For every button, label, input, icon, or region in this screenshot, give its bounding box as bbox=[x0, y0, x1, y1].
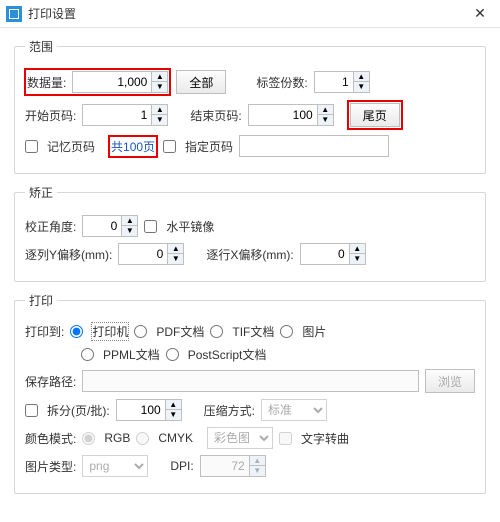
spin-down-icon[interactable]: ▼ bbox=[250, 466, 266, 477]
end-page-spinner[interactable]: ▲▼ bbox=[248, 104, 334, 126]
radio-rgb-label[interactable]: RGB bbox=[104, 431, 130, 445]
dpi-input[interactable] bbox=[200, 455, 250, 477]
radio-pdf-label[interactable]: PDF文档 bbox=[156, 323, 204, 340]
radio-ppml-label[interactable]: PPML文档 bbox=[103, 346, 160, 363]
print-group: 打印 打印到: 打印机 PDF文档 TIF文档 图片 PPML文档 PostSc… bbox=[14, 292, 486, 494]
spin-down-icon[interactable]: ▼ bbox=[354, 82, 370, 93]
print-legend: 打印 bbox=[25, 292, 57, 309]
specify-page-input[interactable] bbox=[239, 135, 389, 157]
dpi-spinner[interactable]: ▲▼ bbox=[200, 455, 266, 477]
radio-cmyk[interactable] bbox=[136, 432, 149, 445]
split-label[interactable]: 拆分(页/批): bbox=[47, 402, 110, 419]
radio-rgb[interactable] bbox=[82, 432, 95, 445]
end-page-label: 结束页码: bbox=[190, 107, 241, 124]
correct-legend: 矫正 bbox=[25, 184, 57, 201]
remember-page-checkbox[interactable] bbox=[25, 140, 38, 153]
spin-up-icon[interactable]: ▲ bbox=[152, 104, 168, 115]
window-title: 打印设置 bbox=[28, 5, 460, 22]
title-bar: 打印设置 ✕ bbox=[0, 0, 500, 28]
angle-label: 校正角度: bbox=[25, 218, 76, 235]
print-to-label: 打印到: bbox=[25, 323, 64, 340]
spin-up-icon[interactable]: ▲ bbox=[250, 455, 266, 466]
browse-button[interactable]: 浏览 bbox=[425, 369, 475, 393]
data-count-input[interactable] bbox=[72, 71, 152, 93]
radio-ppml[interactable] bbox=[81, 348, 94, 361]
text-curve-checkbox[interactable] bbox=[279, 432, 292, 445]
angle-input[interactable] bbox=[82, 215, 122, 237]
data-count-label: 数据量: bbox=[27, 74, 66, 91]
radio-tif-label[interactable]: TIF文档 bbox=[232, 323, 274, 340]
image-type-select[interactable]: png bbox=[82, 455, 148, 477]
coly-spinner[interactable]: ▲▼ bbox=[118, 243, 184, 265]
rowx-spinner[interactable]: ▲▼ bbox=[300, 243, 366, 265]
coly-input[interactable] bbox=[118, 243, 168, 265]
coly-label: 逐列Y偏移(mm): bbox=[25, 246, 112, 263]
close-icon[interactable]: ✕ bbox=[460, 5, 500, 22]
save-path-label: 保存路径: bbox=[25, 373, 76, 390]
compress-label: 压缩方式: bbox=[204, 402, 255, 419]
radio-tif[interactable] bbox=[210, 325, 223, 338]
copies-label: 标签份数: bbox=[256, 74, 307, 91]
spin-up-icon[interactable]: ▲ bbox=[152, 71, 168, 82]
radio-printer[interactable] bbox=[70, 325, 83, 338]
app-icon bbox=[6, 6, 22, 22]
spin-down-icon[interactable]: ▼ bbox=[122, 226, 138, 237]
start-page-label: 开始页码: bbox=[25, 107, 76, 124]
end-page-input[interactable] bbox=[248, 104, 318, 126]
image-type-label: 图片类型: bbox=[25, 458, 76, 475]
remember-page-label[interactable]: 记忆页码 bbox=[47, 138, 95, 155]
spin-up-icon[interactable]: ▲ bbox=[168, 243, 184, 254]
data-count-spinner[interactable]: ▲▼ bbox=[72, 71, 168, 93]
compress-select[interactable]: 标准 bbox=[261, 399, 327, 421]
spin-up-icon[interactable]: ▲ bbox=[122, 215, 138, 226]
copies-input[interactable] bbox=[314, 71, 354, 93]
correct-group: 矫正 校正角度: ▲▼ 水平镜像 逐列Y偏移(mm): ▲▼ 逐行X偏移(mm)… bbox=[14, 184, 486, 282]
radio-postscript-label[interactable]: PostScript文档 bbox=[188, 346, 267, 363]
copies-spinner[interactable]: ▲▼ bbox=[314, 71, 370, 93]
color-profile-select[interactable]: 彩色图 bbox=[207, 427, 273, 449]
specify-page-checkbox[interactable] bbox=[163, 140, 176, 153]
radio-cmyk-label[interactable]: CMYK bbox=[158, 431, 193, 445]
range-legend: 范围 bbox=[25, 38, 57, 55]
range-group: 范围 数据量: ▲▼ 全部 标签份数: ▲▼ 开始页码: ▲▼ 结束页码: ▲▼… bbox=[14, 38, 486, 174]
total-pages-highlight: 共100页 bbox=[109, 136, 157, 157]
specify-page-label[interactable]: 指定页码 bbox=[185, 138, 233, 155]
spin-up-icon[interactable]: ▲ bbox=[350, 243, 366, 254]
radio-image[interactable] bbox=[280, 325, 293, 338]
split-spinner[interactable]: ▲▼ bbox=[116, 399, 182, 421]
spin-down-icon[interactable]: ▼ bbox=[152, 115, 168, 126]
last-page-button[interactable]: 尾页 bbox=[350, 103, 400, 127]
spin-down-icon[interactable]: ▼ bbox=[318, 115, 334, 126]
spin-down-icon[interactable]: ▼ bbox=[350, 254, 366, 265]
color-mode-label: 颜色模式: bbox=[25, 430, 76, 447]
spin-down-icon[interactable]: ▼ bbox=[152, 82, 168, 93]
spin-down-icon[interactable]: ▼ bbox=[168, 254, 184, 265]
save-path-input[interactable] bbox=[82, 370, 419, 392]
radio-postscript[interactable] bbox=[166, 348, 179, 361]
spin-up-icon[interactable]: ▲ bbox=[354, 71, 370, 82]
start-page-spinner[interactable]: ▲▼ bbox=[82, 104, 168, 126]
radio-printer-label[interactable]: 打印机 bbox=[92, 323, 128, 340]
spin-up-icon[interactable]: ▲ bbox=[166, 399, 182, 410]
split-input[interactable] bbox=[116, 399, 166, 421]
radio-image-label[interactable]: 图片 bbox=[302, 323, 326, 340]
angle-spinner[interactable]: ▲▼ bbox=[82, 215, 138, 237]
all-button[interactable]: 全部 bbox=[176, 70, 226, 94]
dpi-label: DPI: bbox=[170, 459, 193, 473]
spin-down-icon[interactable]: ▼ bbox=[166, 410, 182, 421]
spin-up-icon[interactable]: ▲ bbox=[318, 104, 334, 115]
radio-pdf[interactable] bbox=[134, 325, 147, 338]
start-page-input[interactable] bbox=[82, 104, 152, 126]
mirror-checkbox[interactable] bbox=[144, 220, 157, 233]
mirror-label[interactable]: 水平镜像 bbox=[166, 218, 214, 235]
data-count-highlight: 数据量: ▲▼ bbox=[25, 69, 170, 95]
rowx-input[interactable] bbox=[300, 243, 350, 265]
last-page-highlight: 尾页 bbox=[348, 101, 402, 129]
split-checkbox[interactable] bbox=[25, 404, 38, 417]
rowx-label: 逐行X偏移(mm): bbox=[206, 246, 293, 263]
text-curve-label[interactable]: 文字转曲 bbox=[301, 430, 349, 447]
total-pages-label: 共100页 bbox=[111, 140, 155, 154]
